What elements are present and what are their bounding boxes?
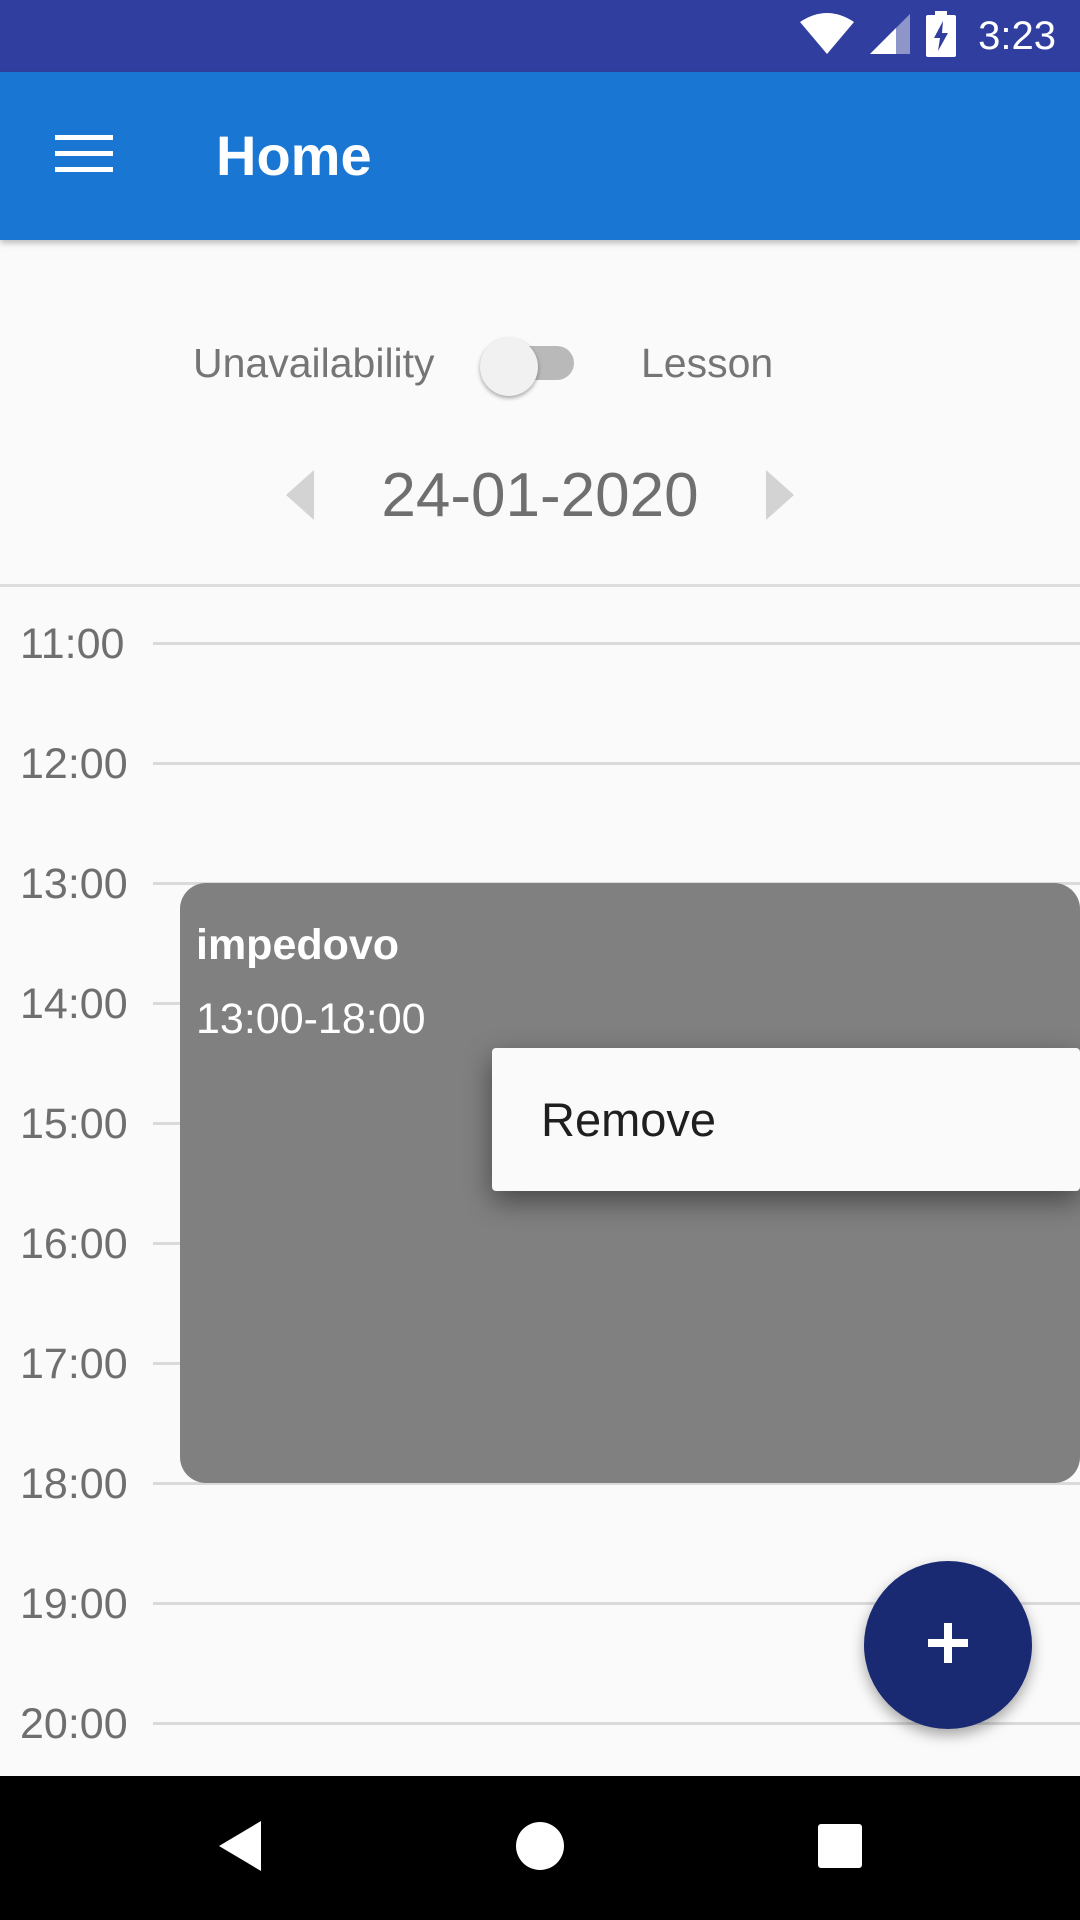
status-icons: 3:23 xyxy=(800,0,1056,72)
battery-charging-icon xyxy=(926,10,957,62)
back-icon xyxy=(215,1819,265,1878)
unavailability-label: Unavailability xyxy=(193,340,435,386)
system-nav-bar xyxy=(0,1776,1080,1920)
hour-label: 20:00 xyxy=(20,1700,128,1748)
hour-label: 17:00 xyxy=(20,1340,128,1388)
event-time-range: 13:00-18:00 xyxy=(196,995,426,1043)
hour-label: 11:00 xyxy=(20,620,125,668)
recents-icon xyxy=(817,1823,863,1874)
hour-line xyxy=(153,762,1080,765)
current-date: 24-01-2020 xyxy=(381,461,699,530)
plus-icon xyxy=(926,1621,970,1670)
page-title: Home xyxy=(216,124,372,187)
hour-line xyxy=(153,642,1080,645)
mode-toggle-row: Unavailability Lesson xyxy=(0,320,1080,406)
home-button[interactable] xyxy=(498,1806,582,1890)
divider xyxy=(0,584,1080,587)
remove-menu-item[interactable]: Remove xyxy=(541,1048,716,1191)
hour-label: 19:00 xyxy=(20,1580,128,1628)
wifi-icon xyxy=(800,12,855,61)
recents-button[interactable] xyxy=(798,1806,882,1890)
status-time: 3:23 xyxy=(978,13,1056,58)
hour-label: 14:00 xyxy=(20,980,128,1028)
chevron-right-icon[interactable] xyxy=(766,470,794,520)
back-button[interactable] xyxy=(198,1806,282,1890)
event-title: impedovo xyxy=(196,921,400,969)
home-icon xyxy=(515,1821,565,1876)
hamburger-menu-icon xyxy=(55,133,113,180)
app-bar: Home xyxy=(0,72,1080,240)
date-navigator: 24-01-2020 xyxy=(0,450,1080,540)
menu-button[interactable] xyxy=(32,112,136,200)
switch-thumb xyxy=(480,338,538,396)
hour-label: 13:00 xyxy=(20,860,128,908)
hour-label: 12:00 xyxy=(20,740,128,788)
lesson-label: Lesson xyxy=(641,340,774,386)
status-bar: 3:23 xyxy=(0,0,1080,72)
mode-switch[interactable] xyxy=(480,338,576,396)
hour-label: 16:00 xyxy=(20,1220,128,1268)
add-button[interactable] xyxy=(864,1561,1032,1729)
chevron-left-icon[interactable] xyxy=(286,470,314,520)
context-menu: Remove xyxy=(492,1048,1080,1191)
cellular-signal-icon xyxy=(868,12,912,61)
hour-label: 15:00 xyxy=(20,1100,128,1148)
hour-label: 18:00 xyxy=(20,1460,128,1508)
